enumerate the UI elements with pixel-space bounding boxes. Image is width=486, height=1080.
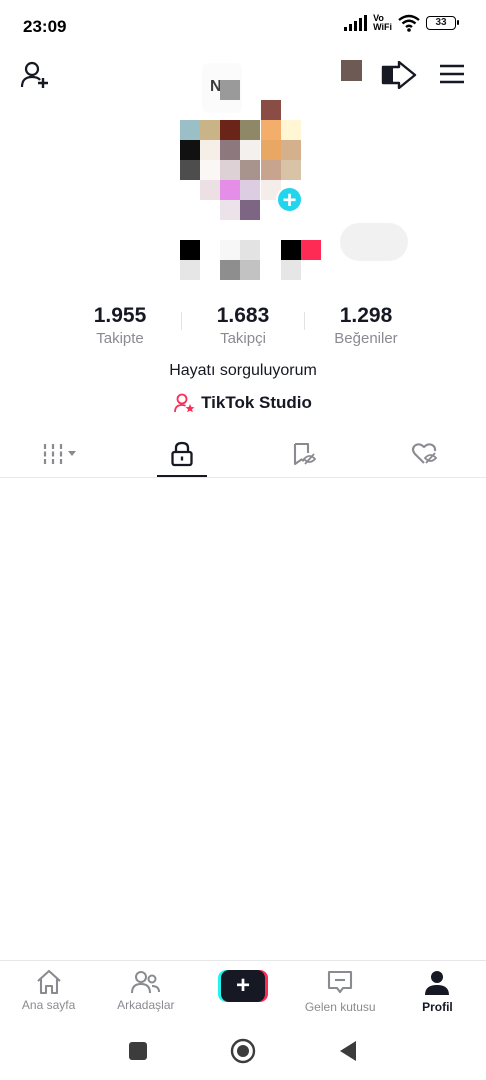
friends-icon bbox=[130, 971, 160, 994]
recents-icon[interactable] bbox=[128, 1041, 148, 1061]
create-icon: + bbox=[218, 970, 268, 1002]
share-button[interactable] bbox=[380, 58, 418, 92]
lock-icon bbox=[171, 441, 193, 466]
inbox-icon bbox=[328, 970, 353, 994]
following-label: Takipte bbox=[96, 330, 144, 347]
tab-favorites[interactable] bbox=[243, 430, 365, 477]
tab-liked[interactable] bbox=[365, 430, 486, 477]
followers-stat[interactable]: 1.683 Takipçi bbox=[183, 304, 303, 347]
following-stat[interactable]: 1.955 Takipte bbox=[60, 304, 180, 347]
wifi-icon bbox=[398, 14, 420, 32]
back-icon[interactable] bbox=[338, 1040, 358, 1062]
profile-stats: 1.955 Takipte 1.683 Takipçi 1.298 Beğeni… bbox=[60, 304, 426, 347]
studio-icon bbox=[174, 393, 195, 413]
color-swatch[interactable] bbox=[341, 60, 362, 81]
hidden-favorites-icon bbox=[293, 442, 316, 465]
tab-private[interactable] bbox=[122, 430, 244, 477]
nav-friends[interactable]: Arkadaşlar bbox=[97, 961, 194, 1020]
nav-home[interactable]: Ana sayfa bbox=[0, 961, 97, 1020]
following-count: 1.955 bbox=[93, 304, 147, 327]
studio-label: TikTok Studio bbox=[201, 393, 312, 412]
private-videos-area bbox=[0, 479, 486, 959]
nav-home-label: Ana sayfa bbox=[21, 998, 76, 1012]
stat-divider bbox=[181, 312, 182, 330]
nav-inbox-label: Gelen kutusu bbox=[304, 1000, 376, 1014]
nav-profile[interactable]: Profil bbox=[389, 961, 486, 1020]
tab-videos[interactable] bbox=[0, 430, 122, 477]
liked-hidden-icon bbox=[412, 442, 438, 464]
followers-label: Takipçi bbox=[220, 330, 266, 347]
status-icons: Vo WiFi 33 bbox=[344, 13, 459, 32]
add-friend-button[interactable] bbox=[18, 58, 52, 92]
vowifi-indicator: Vo WiFi bbox=[373, 13, 392, 32]
profile-bio: Hayatı sorguluyorum bbox=[169, 362, 317, 379]
signal-icon bbox=[344, 15, 368, 31]
profile-tabs bbox=[0, 430, 486, 478]
bottom-nav: Ana sayfa Arkadaşlar + Gelen kutusu Prof… bbox=[0, 960, 486, 1020]
add-avatar-button[interactable]: + bbox=[276, 186, 303, 213]
profile-icon bbox=[425, 971, 450, 995]
add-friend-icon bbox=[20, 61, 48, 88]
status-time: 23:09 bbox=[23, 17, 67, 36]
status-bar: 23:09 Vo WiFi 33 bbox=[0, 0, 486, 56]
profile-name bbox=[180, 240, 410, 282]
likes-count: 1.298 bbox=[339, 304, 393, 327]
battery-icon: 33 bbox=[426, 16, 459, 30]
nav-profile-label: Profil bbox=[422, 1000, 453, 1014]
tiktok-studio-link[interactable]: TikTok Studio bbox=[0, 393, 486, 413]
menu-button[interactable] bbox=[438, 60, 466, 88]
stat-divider bbox=[304, 312, 305, 330]
menu-icon bbox=[440, 64, 464, 84]
videos-grid-icon bbox=[43, 443, 76, 464]
likes-stat[interactable]: 1.298 Beğeniler bbox=[306, 304, 426, 347]
nav-create[interactable]: + bbox=[194, 961, 291, 1020]
followers-count: 1.683 bbox=[216, 304, 270, 327]
likes-label: Beğeniler bbox=[334, 330, 398, 347]
nav-inbox[interactable]: Gelen kutusu bbox=[292, 961, 389, 1020]
home-icon bbox=[36, 969, 61, 995]
home-button-icon[interactable] bbox=[230, 1038, 256, 1064]
nav-friends-label: Arkadaşlar bbox=[117, 998, 175, 1012]
share-icon bbox=[381, 61, 417, 89]
system-nav-bar bbox=[0, 1022, 486, 1080]
